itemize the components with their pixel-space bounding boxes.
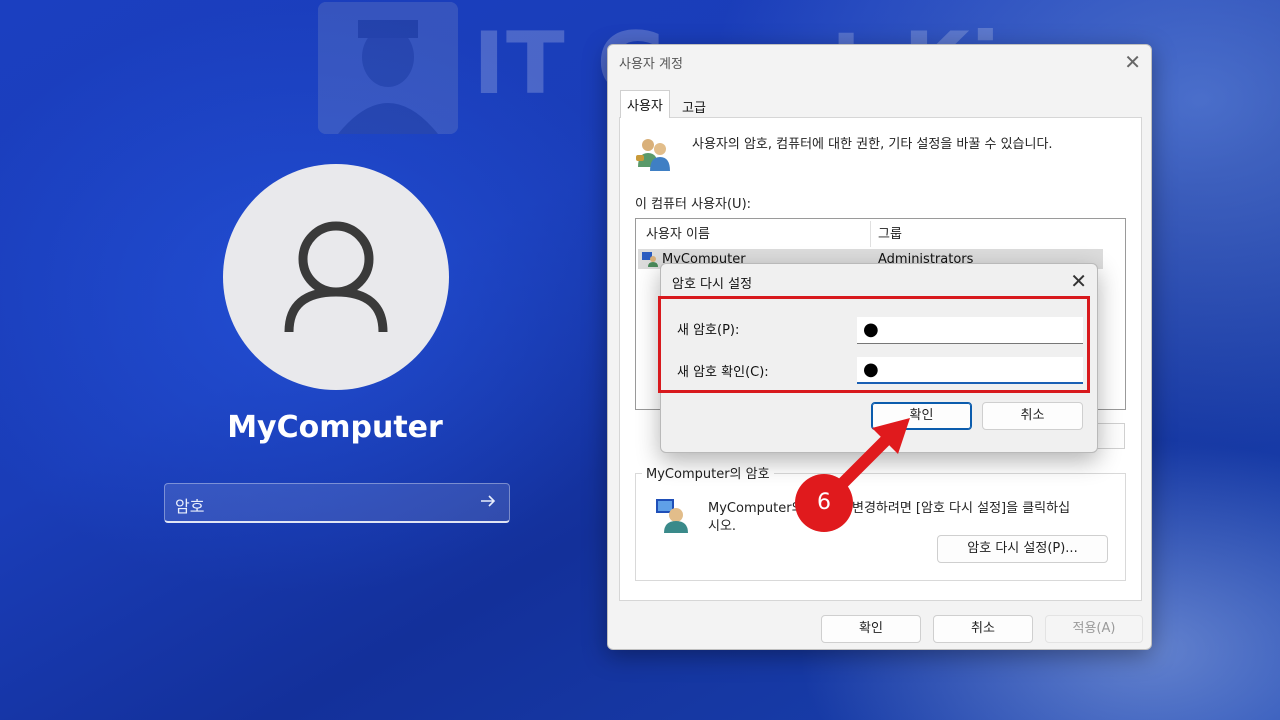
dialog-title: 사용자 계정 [619,57,683,72]
submit-arrow-icon[interactable] [479,492,497,514]
password-group-text-a: MyComputer의 [708,501,804,516]
users-list-label: 이 컴퓨터 사용자(U): [635,197,752,212]
reset-password-button[interactable]: 암호 다시 설정(P)... [937,535,1108,563]
column-header-username[interactable]: 사용자 이름 [646,223,710,242]
new-password-label: 새 암호(P): [677,323,740,338]
reset-ok-button[interactable]: 확인 [871,402,972,430]
password-group-title: MyComputer의 암호 [642,463,774,482]
step-badge: 6 [795,474,853,532]
lock-password-placeholder: 암호 [175,497,205,516]
user-avatar [223,164,449,390]
column-header-group[interactable]: 그룹 [878,223,902,242]
reset-cancel-button[interactable]: 취소 [982,402,1083,430]
password-group-text-b: 변경하려면 [암호 다시 설정]을 클릭하십 [852,501,1071,516]
new-password-input[interactable]: ● [857,317,1083,344]
confirm-password-label: 새 암호 확인(C): [677,365,769,380]
ok-button[interactable]: 확인 [821,615,921,643]
column-divider [870,221,871,247]
user-icon [642,251,658,271]
watermark-logo [318,2,458,134]
password-group-text-c: 시오. [708,519,737,534]
close-icon[interactable]: ✕ [1124,50,1141,74]
confirm-password-input[interactable]: ● [857,357,1083,384]
person-icon [284,221,388,333]
reset-dialog-title: 암호 다시 설정 [672,277,753,292]
close-icon[interactable]: ✕ [1070,269,1087,293]
lock-password-input[interactable]: 암호 [164,483,510,523]
user-key-icon [654,497,690,537]
lock-user-name: MyComputer [227,410,443,445]
tab-users[interactable]: 사용자 [620,90,670,118]
tab-advanced[interactable]: 고급 [676,95,712,118]
apply-button[interactable]: 적용(A) [1045,615,1143,643]
users-icon [634,133,674,177]
reset-password-dialog: 암호 다시 설정 ✕ 새 암호(P): ● 새 암호 확인(C): ● 확인 취… [660,263,1098,453]
cancel-button[interactable]: 취소 [933,615,1033,643]
description-text: 사용자의 암호, 컴퓨터에 대한 권한, 기타 설정을 바꿀 수 있습니다. [692,137,1053,152]
